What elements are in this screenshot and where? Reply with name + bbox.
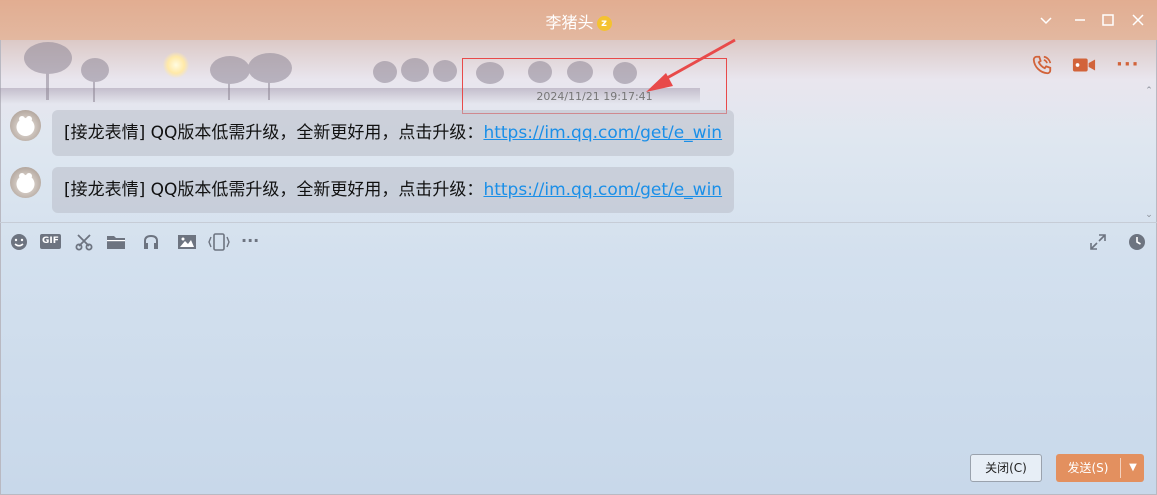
message-text: [接龙表情] QQ版本低需升级，全新更好用，点击升级： — [64, 123, 484, 143]
message-text: [接龙表情] QQ版本低需升级，全新更好用，点击升级： — [64, 180, 484, 200]
emoji-icon[interactable] — [10, 233, 30, 251]
more-options-icon[interactable]: ··· — [1116, 54, 1139, 76]
history-clock-icon[interactable] — [1128, 233, 1148, 251]
voice-call-button[interactable] — [1031, 54, 1053, 76]
avatar[interactable] — [10, 167, 41, 198]
expand-icon[interactable] — [1089, 233, 1109, 251]
title-bar[interactable]: 李猪头 z — [0, 0, 1157, 40]
minimize-button[interactable] — [1070, 10, 1090, 30]
image-icon[interactable] — [177, 233, 197, 251]
gif-icon[interactable]: GIF — [40, 233, 62, 251]
send-label[interactable]: 发送(S) — [1056, 454, 1120, 482]
maximize-button[interactable] — [1098, 10, 1118, 30]
more-tools-icon[interactable]: ··· — [241, 233, 265, 251]
scroll-down-icon[interactable]: ⌄ — [1143, 210, 1155, 220]
video-icon — [1072, 58, 1096, 72]
scroll-up-icon[interactable]: ⌃ — [1143, 86, 1155, 96]
scissors-icon[interactable] — [75, 233, 95, 251]
message-link[interactable]: https://im.qq.com/get/e_win — [483, 180, 722, 200]
shake-icon[interactable] — [208, 233, 230, 251]
message-input[interactable] — [10, 262, 1145, 442]
send-button[interactable]: 发送(S) ▼ — [1056, 454, 1144, 482]
chevron-down-icon[interactable] — [1036, 10, 1056, 30]
video-call-button[interactable] — [1072, 54, 1096, 76]
phone-icon — [1032, 55, 1052, 75]
gif-label: GIF — [40, 234, 61, 249]
message-link[interactable]: https://im.qq.com/get/e_win — [483, 123, 722, 143]
chevron-down-icon[interactable]: ▼ — [1122, 454, 1144, 482]
folder-icon[interactable] — [106, 233, 126, 251]
vip-badge-icon: z — [596, 16, 612, 31]
close-button[interactable]: 关闭(C) — [970, 454, 1042, 482]
message-bubble[interactable]: [接龙表情] QQ版本低需升级，全新更好用，点击升级：https://im.qq… — [52, 167, 735, 213]
music-icon[interactable] — [142, 233, 162, 251]
contact-name: 李猪头 — [545, 13, 594, 32]
send-divider — [1120, 458, 1121, 478]
annotation-arrow — [646, 38, 736, 92]
message-bubble[interactable]: [接龙表情] QQ版本低需升级，全新更好用，点击升级：https://im.qq… — [52, 110, 735, 156]
window-title: 李猪头 z — [0, 9, 1157, 33]
chat-input-divider[interactable] — [0, 222, 1157, 223]
avatar[interactable] — [10, 110, 41, 141]
close-window-button[interactable] — [1128, 10, 1148, 30]
